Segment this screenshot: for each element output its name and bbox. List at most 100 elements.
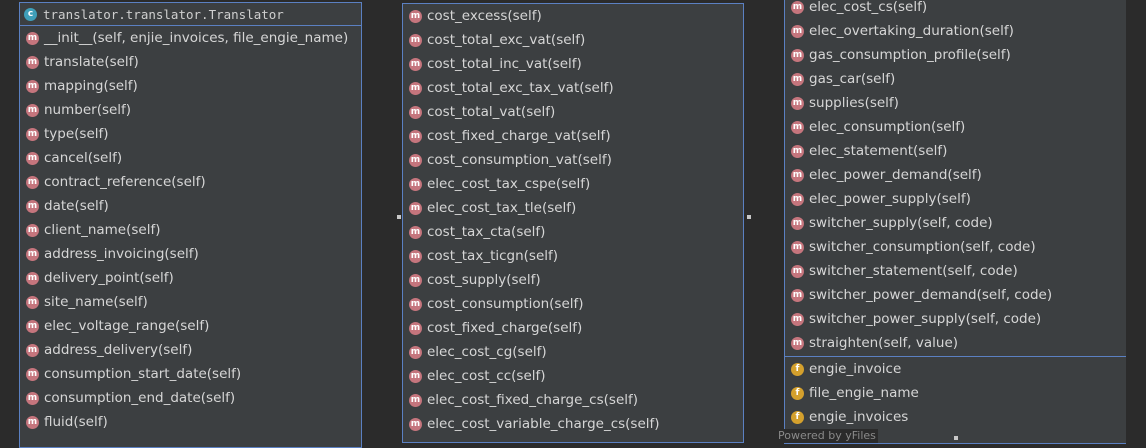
- powered-by-credit: Powered by yFiles: [776, 429, 878, 443]
- method-icon: m: [409, 345, 422, 359]
- method-label: __init__(self, enjie_invoices, file_engi…: [44, 30, 349, 46]
- method-row[interactable]: m translate(self): [20, 50, 361, 74]
- field-row[interactable]: f engie_invoice: [785, 357, 1126, 381]
- method-row[interactable]: m elec_statement(self): [785, 139, 1126, 163]
- method-label: elec_power_supply(self): [809, 191, 971, 207]
- method-icon: m: [791, 264, 804, 278]
- method-label: elec_cost_variable_charge_cs(self): [427, 416, 660, 432]
- method-label: cost_consumption_vat(self): [427, 152, 612, 168]
- method-row[interactable]: m switcher_supply(self, code): [785, 211, 1126, 235]
- method-icon: m: [409, 33, 422, 47]
- class-node-translator[interactable]: c translator.translator.Translator m __in…: [19, 2, 362, 448]
- method-row[interactable]: m fluid(self): [20, 410, 361, 434]
- method-row[interactable]: m elec_voltage_range(self): [20, 314, 361, 338]
- method-row[interactable]: m gas_car(self): [785, 67, 1126, 91]
- method-label: address_delivery(self): [44, 342, 193, 358]
- method-row[interactable]: m elec_cost_variable_charge_cs(self): [403, 412, 743, 436]
- method-icon: m: [409, 249, 422, 263]
- method-label: address_invoicing(self): [44, 246, 199, 262]
- method-row[interactable]: m elec_consumption(self): [785, 115, 1126, 139]
- method-label: type(self): [44, 126, 109, 142]
- method-row[interactable]: m elec_overtaking_duration(self): [785, 19, 1126, 43]
- method-icon: m: [409, 153, 422, 167]
- methods-list: m cost_excess(self) m cost_total_exc_vat(se…: [403, 4, 743, 436]
- method-icon: m: [409, 393, 422, 407]
- method-row[interactable]: m switcher_power_supply(self, code): [785, 307, 1126, 331]
- method-row[interactable]: m supplies(self): [785, 91, 1126, 115]
- method-icon: m: [409, 177, 422, 191]
- method-icon: m: [26, 127, 39, 141]
- method-row[interactable]: m elec_power_supply(self): [785, 187, 1126, 211]
- method-icon: m: [409, 369, 422, 383]
- method-icon: m: [26, 199, 39, 213]
- method-row[interactable]: m cost_total_exc_tax_vat(self): [403, 76, 743, 100]
- class-node-continuation-1[interactable]: m cost_excess(self) m cost_total_exc_vat(se…: [402, 3, 744, 443]
- method-row[interactable]: m switcher_power_demand(self, code): [785, 283, 1126, 307]
- method-row[interactable]: m elec_cost_cg(self): [403, 340, 743, 364]
- method-row[interactable]: m cancel(self): [20, 146, 361, 170]
- method-row[interactable]: m delivery_point(self): [20, 266, 361, 290]
- selection-handle[interactable]: [747, 215, 751, 219]
- method-row[interactable]: m number(self): [20, 98, 361, 122]
- method-icon: m: [409, 57, 422, 71]
- method-label: elec_overtaking_duration(self): [809, 23, 1014, 39]
- method-row[interactable]: m elec_power_demand(self): [785, 163, 1126, 187]
- method-row[interactable]: m cost_fixed_charge(self): [403, 316, 743, 340]
- method-row[interactable]: m site_name(self): [20, 290, 361, 314]
- method-row[interactable]: m switcher_consumption(self, code): [785, 235, 1126, 259]
- method-label: cost_tax_ticgn(self): [427, 248, 559, 264]
- field-icon: f: [791, 410, 804, 424]
- method-label: number(self): [44, 102, 132, 118]
- method-row[interactable]: m client_name(self): [20, 218, 361, 242]
- method-row[interactable]: m mapping(self): [20, 74, 361, 98]
- class-node-continuation-2[interactable]: m elec_cost_cs(self) m elec_overtaking_dura…: [784, 0, 1126, 444]
- method-icon: m: [791, 312, 804, 326]
- method-icon: m: [26, 175, 39, 189]
- method-row[interactable]: m cost_consumption_vat(self): [403, 148, 743, 172]
- method-row[interactable]: m cost_total_exc_vat(self): [403, 28, 743, 52]
- selection-handle[interactable]: [397, 215, 401, 219]
- field-icon: f: [791, 386, 804, 400]
- field-row[interactable]: f file_engie_name: [785, 381, 1126, 405]
- method-label: elec_cost_fixed_charge_cs(self): [427, 392, 639, 408]
- method-row[interactable]: m elec_cost_fixed_charge_cs(self): [403, 388, 743, 412]
- method-row[interactable]: m elec_cost_tax_tle(self): [403, 196, 743, 220]
- method-icon: m: [26, 271, 39, 285]
- method-row[interactable]: m contract_reference(self): [20, 170, 361, 194]
- method-row[interactable]: m elec_cost_tax_cspe(self): [403, 172, 743, 196]
- method-row[interactable]: m cost_excess(self): [403, 4, 743, 28]
- method-label: cost_total_vat(self): [427, 104, 556, 120]
- method-label: switcher_supply(self, code): [809, 215, 993, 231]
- field-row[interactable]: f engie_invoices: [785, 405, 1126, 429]
- method-row[interactable]: m straighten(self, value): [785, 331, 1126, 355]
- method-row[interactable]: m consumption_end_date(self): [20, 386, 361, 410]
- method-label: contract_reference(self): [44, 174, 206, 190]
- method-row[interactable]: m elec_cost_cc(self): [403, 364, 743, 388]
- method-row[interactable]: m gas_consumption_profile(self): [785, 43, 1126, 67]
- method-row[interactable]: m type(self): [20, 122, 361, 146]
- selection-handle[interactable]: [954, 436, 958, 440]
- method-row[interactable]: m cost_total_inc_vat(self): [403, 52, 743, 76]
- method-label: elec_power_demand(self): [809, 167, 982, 183]
- method-row[interactable]: m consumption_start_date(self): [20, 362, 361, 386]
- method-label: gas_consumption_profile(self): [809, 47, 1011, 63]
- method-row[interactable]: m date(self): [20, 194, 361, 218]
- method-label: cost_total_inc_vat(self): [427, 56, 582, 72]
- method-row[interactable]: m cost_supply(self): [403, 268, 743, 292]
- method-row[interactable]: m cost_consumption(self): [403, 292, 743, 316]
- method-row[interactable]: m cost_tax_cta(self): [403, 220, 743, 244]
- method-row[interactable]: m switcher_statement(self, code): [785, 259, 1126, 283]
- method-row[interactable]: m __init__(self, enjie_invoices, file_eng…: [20, 26, 361, 50]
- method-row[interactable]: m elec_cost_cs(self): [785, 0, 1126, 19]
- class-header[interactable]: c translator.translator.Translator: [20, 3, 361, 26]
- method-row[interactable]: m cost_tax_ticgn(self): [403, 244, 743, 268]
- method-row[interactable]: m address_invoicing(self): [20, 242, 361, 266]
- method-icon: m: [26, 31, 39, 45]
- method-label: elec_cost_cg(self): [427, 344, 547, 360]
- method-row[interactable]: m address_delivery(self): [20, 338, 361, 362]
- field-label: file_engie_name: [809, 385, 919, 401]
- method-icon: m: [26, 391, 39, 405]
- method-row[interactable]: m cost_total_vat(self): [403, 100, 743, 124]
- method-row[interactable]: m cost_fixed_charge_vat(self): [403, 124, 743, 148]
- method-icon: m: [791, 192, 804, 206]
